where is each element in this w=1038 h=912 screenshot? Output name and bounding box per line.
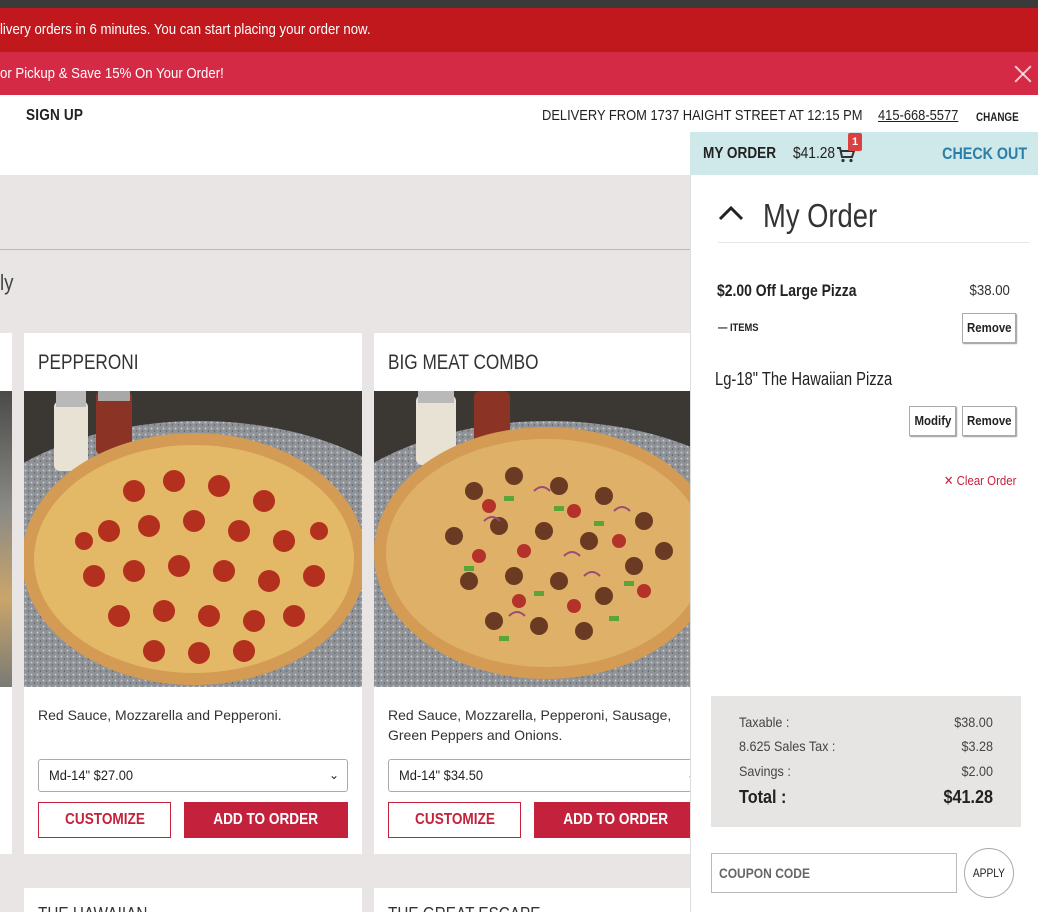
- menu-card-next: THE HAWAIIAN: [24, 888, 362, 912]
- items-toggle[interactable]: — ITEMS: [718, 322, 759, 334]
- menu-card-pepperoni: PEPPERONI Red Sauce, Mozzarella and Pepp…: [24, 333, 362, 854]
- change-link[interactable]: CHANGE: [976, 110, 1019, 124]
- coupon-placeholder: COUPON CODE: [719, 865, 810, 881]
- my-order-panel: My Order $2.00 Off Large Pizza $38.00 — …: [690, 175, 1038, 912]
- apply-button[interactable]: APPLY: [964, 848, 1014, 898]
- card-title: THE HAWAIIAN: [38, 904, 147, 912]
- add-to-order-label: ADD TO ORDER: [563, 811, 669, 828]
- menu-card-next: THE GREAT ESCAPE: [374, 888, 690, 912]
- info-banner: livery orders in 6 minutes. You can star…: [0, 8, 1038, 52]
- pizza-image: [24, 391, 362, 687]
- size-select[interactable]: Md-14" $34.50 ⌄: [388, 759, 690, 792]
- phone-link[interactable]: 415-668-5577: [878, 107, 958, 124]
- browser-edge: [0, 0, 1038, 8]
- add-to-order-button[interactable]: ADD TO ORDER: [534, 802, 690, 838]
- delivery-text: DELIVERY FROM 1737 HAIGHT STREET AT 12:1…: [542, 107, 863, 124]
- chevron-down-icon: ⌄: [328, 768, 339, 782]
- size-select-value: Md-14" $27.00: [49, 767, 134, 783]
- remove-label: Remove: [966, 320, 1012, 335]
- order-item-name: $2.00 Off Large Pizza: [717, 281, 857, 300]
- tax-label: 8.625 Sales Tax :: [739, 738, 836, 754]
- panel-header: My Order: [718, 197, 1029, 243]
- order-sub-item: Lg-18" The Hawaiian Pizza: [715, 369, 893, 389]
- customize-button[interactable]: CUSTOMIZE: [388, 802, 521, 838]
- divider: [0, 249, 690, 250]
- customize-label: CUSTOMIZE: [64, 811, 145, 828]
- customize-button[interactable]: CUSTOMIZE: [38, 802, 171, 838]
- tax-value: $3.28: [961, 738, 993, 754]
- sign-up-link[interactable]: SIGN UP: [26, 107, 83, 125]
- size-select[interactable]: Md-14" $27.00 ⌄: [38, 759, 348, 792]
- clear-order-link[interactable]: ✕ Clear Order: [943, 473, 1016, 489]
- pizza-image: [374, 391, 690, 687]
- menu-card-big-meat-combo: BIG MEAT COMBO Red Sauce, Mozzarella, Pe…: [374, 333, 690, 854]
- panel-title: My Order: [763, 197, 878, 234]
- card-description: Red Sauce, Mozzarella and Pepperoni.: [38, 707, 282, 723]
- modify-label: Modify: [914, 413, 951, 428]
- add-to-order-label: ADD TO ORDER: [213, 811, 319, 828]
- add-to-order-button[interactable]: ADD TO ORDER: [184, 802, 348, 838]
- modify-button[interactable]: Modify: [909, 406, 956, 436]
- card-title: PEPPERONI: [38, 351, 139, 374]
- partial-card-image: [0, 391, 12, 687]
- promo-banner-text: or Pickup & Save 15% On Your Order!: [0, 65, 224, 82]
- apply-label: APPLY: [972, 866, 1006, 880]
- total-label: Total :: [739, 787, 787, 807]
- promo-banner: or Pickup & Save 15% On Your Order!: [0, 52, 1038, 95]
- delivery-info: DELIVERY FROM 1737 HAIGHT STREET AT 12:1…: [542, 107, 915, 124]
- coupon-code-input[interactable]: COUPON CODE: [711, 853, 957, 893]
- info-banner-text: livery orders in 6 minutes. You can star…: [0, 21, 371, 38]
- size-select-value: Md-14" $34.50: [399, 767, 484, 783]
- close-icon[interactable]: [1012, 63, 1034, 85]
- check-out-button[interactable]: CHECK OUT: [942, 144, 1027, 164]
- card-description: Red Sauce, Mozzarella, Pepperoni, Sausag…: [388, 707, 672, 743]
- partial-card: [0, 333, 12, 854]
- chevron-up-icon[interactable]: [718, 205, 744, 221]
- remove-label: Remove: [966, 413, 1012, 428]
- cart-count-badge: 1: [848, 133, 862, 151]
- order-bar: MY ORDER $41.28 1 CHECK OUT: [690, 132, 1038, 175]
- taxable-value: $38.00: [954, 714, 993, 730]
- taxable-label: Taxable :: [739, 714, 790, 730]
- order-amount: $41.28: [793, 145, 836, 162]
- card-title: BIG MEAT COMBO: [388, 351, 539, 374]
- totals-box: Taxable : $38.00 8.625 Sales Tax : $3.28…: [711, 696, 1021, 827]
- savings-value: $2.00: [961, 763, 993, 779]
- total-value: $41.28: [943, 787, 993, 807]
- order-item-price: $38.00: [969, 282, 1010, 299]
- remove-button[interactable]: Remove: [962, 406, 1016, 436]
- customize-label: CUSTOMIZE: [414, 811, 495, 828]
- savings-label: Savings :: [739, 763, 791, 779]
- remove-button[interactable]: Remove: [962, 313, 1016, 343]
- my-order-label[interactable]: MY ORDER: [703, 145, 776, 163]
- section-heading: ly: [0, 270, 14, 295]
- card-title: THE GREAT ESCAPE: [388, 904, 540, 912]
